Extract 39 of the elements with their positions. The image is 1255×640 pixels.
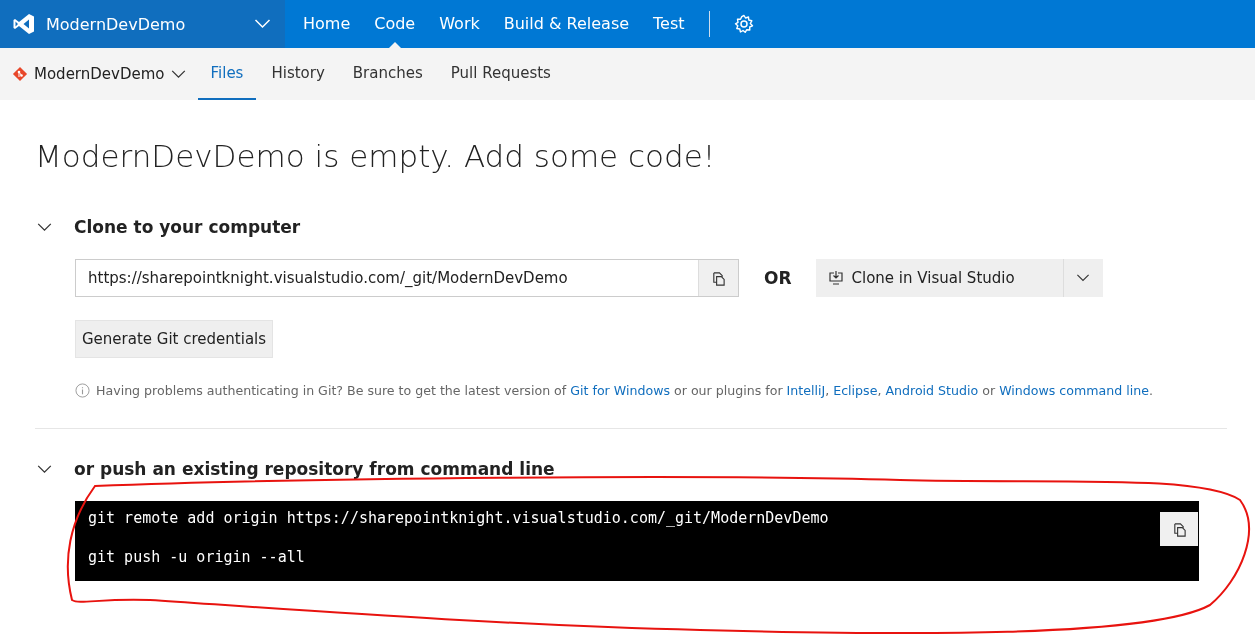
download-monitor-icon [827, 270, 844, 286]
link[interactable]: Windows command line [999, 383, 1149, 398]
or-label: OR [764, 268, 792, 288]
nav-tab[interactable]: Work [427, 0, 492, 48]
help-text: Having problems authenticating in Git? Be sure to get the latest version of Git for Windows or our plugins for IntelliJ, Eclipse, Android Studio or Windows command line. [96, 383, 1153, 398]
repository-switcher[interactable]: ModernDevDemo [0, 48, 198, 100]
sub-tab[interactable]: Pull Requests [437, 48, 564, 100]
link[interactable]: Git for Windows [570, 383, 670, 398]
nav-tab[interactable]: Test [641, 0, 697, 48]
chevron-down-icon [254, 19, 271, 29]
nav-tab[interactable]: Build & Release [491, 0, 642, 48]
chevron-down-icon[interactable] [37, 464, 52, 474]
project-switcher[interactable]: ModernDevDemo [0, 0, 285, 48]
sub-tab[interactable]: Branches [339, 48, 436, 100]
chevron-down-icon [170, 69, 186, 79]
chevron-down-icon[interactable] [37, 222, 52, 232]
link[interactable]: Eclipse [833, 383, 878, 398]
logo-icon [12, 12, 36, 36]
link[interactable]: IntelliJ [786, 383, 826, 398]
command-line: git remote add origin https://sharepointknight.visualstudio.com/_git/ModernDevDemo [88, 509, 829, 528]
sub-tab[interactable]: History [258, 48, 338, 100]
copy-icon [711, 270, 726, 286]
clone-url-field[interactable]: https://sharepointknight.visualstudio.com/_git/ModernDevDemo [75, 259, 739, 297]
page-heading: ModernDevDemo is empty. Add some code! [35, 138, 717, 174]
link[interactable]: Android Studio [885, 383, 979, 398]
clone-button[interactable]: Clone in Visual Studio [815, 259, 1063, 297]
copy-button[interactable] [1160, 512, 1198, 546]
settings-icon[interactable] [733, 14, 754, 34]
section-title: or push an existing repository from command line [74, 459, 555, 479]
copy-button[interactable] [698, 260, 738, 296]
info-icon [75, 383, 90, 398]
generate-credentials-button[interactable]: Generate Git credentials [75, 320, 274, 358]
section-title: Clone to your computer [74, 217, 301, 237]
copy-icon [1171, 521, 1187, 537]
nav-tab[interactable]: Home [291, 0, 363, 48]
command-line: git push -u origin --all [88, 548, 306, 567]
nav-tab[interactable]: Code [362, 0, 428, 48]
sub-tab[interactable]: Files [197, 48, 257, 100]
chevron-down-icon [1076, 274, 1091, 282]
